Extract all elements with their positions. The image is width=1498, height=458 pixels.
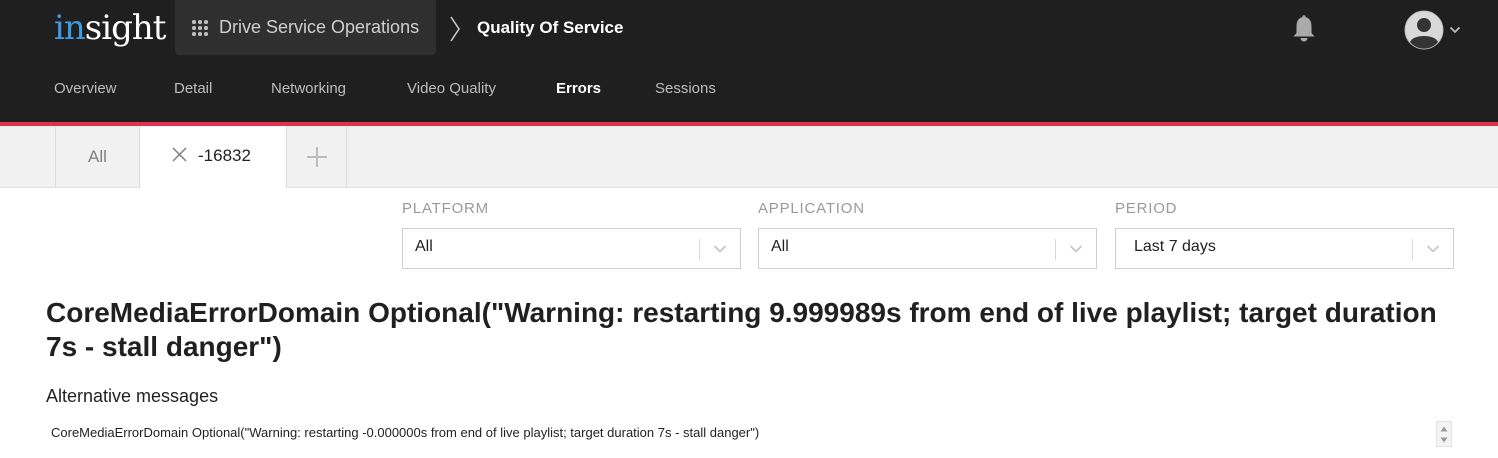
period-filter: PERIOD Last 7 days xyxy=(1115,200,1454,269)
top-header: insight Drive Service Operations Quality… xyxy=(0,0,1498,122)
nav-item-video-quality[interactable]: Video Quality xyxy=(407,80,496,97)
select-separator xyxy=(1055,239,1056,260)
nav-item-overview[interactable]: Overview xyxy=(54,80,117,97)
breadcrumb-chevron-icon xyxy=(450,16,460,42)
service-label: Drive Service Operations xyxy=(219,17,420,37)
main-nav: Overview Detail Networking Video Quality… xyxy=(0,72,1498,108)
error-title: CoreMediaErrorDomain Optional("Warning: … xyxy=(46,297,1437,362)
application-filter: APPLICATION All xyxy=(758,200,1097,269)
period-select[interactable]: Last 7 days xyxy=(1115,228,1454,269)
chevron-down-icon xyxy=(1426,245,1440,253)
chevron-down-icon xyxy=(1449,26,1461,34)
chevron-down-icon xyxy=(1069,245,1083,253)
platform-filter-label: PLATFORM xyxy=(402,200,489,217)
select-separator xyxy=(1412,239,1413,260)
list-scroll-stepper[interactable] xyxy=(1436,421,1452,447)
select-separator xyxy=(699,239,700,260)
nav-item-sessions[interactable]: Sessions xyxy=(655,80,716,97)
add-filter-tab-button[interactable] xyxy=(286,126,347,188)
insight-logo[interactable]: insight xyxy=(54,6,167,50)
close-icon[interactable] xyxy=(171,146,188,163)
filter-tab-bar: All -16832 xyxy=(0,126,1498,188)
service-switcher-button[interactable]: Drive Service Operations xyxy=(175,0,436,55)
alternative-messages-heading: Alternative messages xyxy=(46,386,219,406)
application-select-value: All xyxy=(771,238,789,255)
tab-all[interactable]: All xyxy=(55,126,139,188)
chevron-down-icon[interactable] xyxy=(1440,437,1448,443)
nav-item-detail[interactable]: Detail xyxy=(174,80,212,97)
period-filter-label: PERIOD xyxy=(1115,200,1178,217)
chevron-up-icon[interactable] xyxy=(1440,426,1448,432)
tab-filter-active[interactable]: -16832 xyxy=(139,126,286,188)
period-select-value: Last 7 days xyxy=(1134,238,1216,255)
application-select[interactable]: All xyxy=(758,228,1097,269)
tab-all-label: All xyxy=(88,147,107,166)
tab-filter-label: -16832 xyxy=(198,146,251,165)
breadcrumb-current: Quality Of Service xyxy=(477,18,624,37)
platform-select[interactable]: All xyxy=(402,228,741,269)
logo-text-in: in xyxy=(54,8,86,48)
grid-icon xyxy=(192,20,208,36)
plus-icon xyxy=(306,147,327,167)
avatar-icon xyxy=(1404,10,1444,50)
user-menu-button[interactable] xyxy=(1404,10,1464,50)
nav-item-errors[interactable]: Errors xyxy=(556,80,601,97)
platform-select-value: All xyxy=(415,238,433,255)
platform-filter: PLATFORM All xyxy=(402,200,741,269)
chevron-down-icon xyxy=(713,245,727,253)
nav-item-networking[interactable]: Networking xyxy=(271,80,346,97)
alternative-message-item: CoreMediaErrorDomain Optional("Warning: … xyxy=(51,425,760,440)
application-filter-label: APPLICATION xyxy=(758,200,865,217)
bell-icon[interactable] xyxy=(1290,14,1318,44)
logo-text-sight: sight xyxy=(84,8,167,48)
